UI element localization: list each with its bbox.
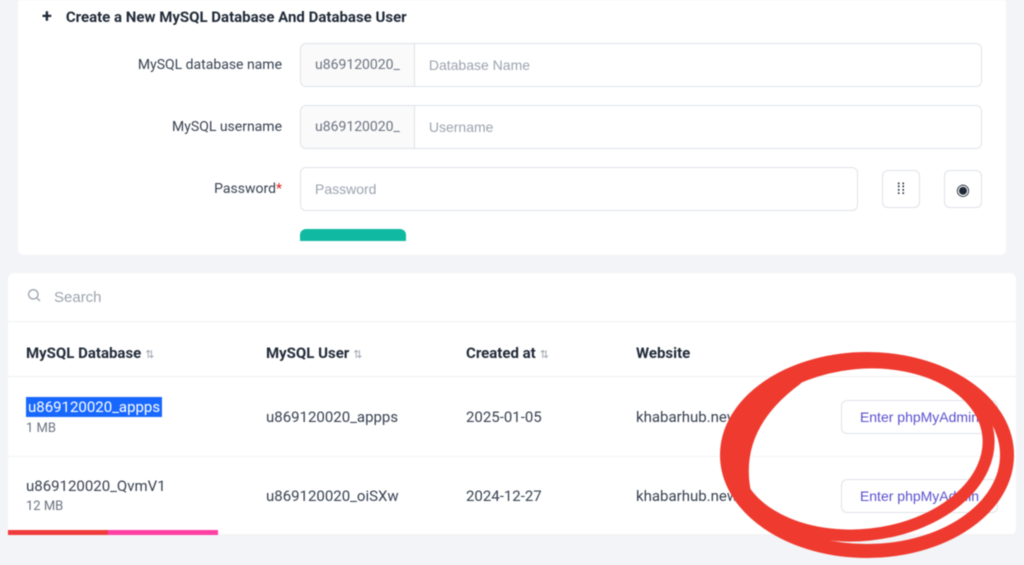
col-header-created[interactable]: Created at⇅: [466, 344, 636, 362]
col-header-site: Website: [636, 344, 806, 362]
label-password: Password*: [42, 181, 282, 197]
generate-password-button[interactable]: ⁞⁞: [882, 170, 920, 208]
label-db-name: MySQL database name: [42, 57, 282, 73]
table-header: MySQL Database⇅ MySQL User⇅ Created at⇅ …: [8, 322, 1016, 377]
input-username[interactable]: [415, 106, 981, 148]
plus-icon: +: [42, 6, 52, 27]
db-created: 2025-01-05: [466, 408, 636, 426]
row-db-name: MySQL database name u869120020_: [42, 43, 982, 87]
row-password: Password* ⁞⁞ ◉: [42, 167, 982, 211]
col-header-user[interactable]: MySQL User⇅: [266, 344, 466, 362]
db-user: u869120020_appps: [266, 408, 466, 426]
create-db-card: + Create a New MySQL Database And Databa…: [18, 0, 1006, 255]
prefix-user: u869120020_: [301, 106, 415, 148]
progress-bar: [8, 530, 1016, 535]
eye-icon: ◉: [956, 180, 970, 199]
label-username: MySQL username: [42, 119, 282, 135]
card-header[interactable]: + Create a New MySQL Database And Databa…: [42, 2, 982, 43]
dots-icon: ⁞⁞: [897, 179, 906, 199]
submit-button[interactable]: [300, 229, 406, 241]
sort-icon: ⇅: [540, 348, 549, 361]
table-row[interactable]: u869120020_appps1 MBu869120020_appps2025…: [8, 377, 1016, 457]
progress-pink: [108, 530, 218, 535]
search-input[interactable]: [54, 289, 998, 306]
col-header-db[interactable]: MySQL Database⇅: [26, 344, 266, 362]
prefix-db: u869120020_: [301, 44, 415, 86]
db-size: 1 MB: [26, 421, 266, 436]
toggle-password-visibility-button[interactable]: ◉: [944, 170, 982, 208]
db-created: 2024-12-27: [466, 487, 636, 505]
card-title: Create a New MySQL Database And Database…: [66, 8, 407, 26]
db-site: khabarhub.news: [636, 408, 806, 426]
sort-icon: ⇅: [353, 348, 362, 361]
input-group-db-name: u869120020_: [300, 43, 982, 87]
search-row: [8, 273, 1016, 322]
input-group-username: u869120020_: [300, 105, 982, 149]
input-db-name[interactable]: [415, 44, 981, 86]
col-header-action: [806, 344, 998, 362]
search-icon: [26, 287, 42, 307]
row-username: MySQL username u869120020_: [42, 105, 982, 149]
sort-icon: ⇅: [145, 348, 154, 361]
input-password[interactable]: [301, 168, 857, 210]
enter-phpmyadmin-button[interactable]: Enter phpMyAdmin: [841, 479, 998, 513]
db-size: 12 MB: [26, 499, 266, 514]
db-site: khabarhub.news: [636, 487, 806, 505]
table-row[interactable]: u869120020_QvmV1 12 MBu869120020_oiSXw202…: [8, 457, 1016, 535]
input-group-password: [300, 167, 858, 211]
progress-red: [8, 530, 108, 535]
db-list-card: MySQL Database⇅ MySQL User⇅ Created at⇅ …: [8, 273, 1016, 535]
db-user: u869120020_oiSXw: [266, 487, 466, 505]
db-name: u869120020_appps: [26, 397, 162, 417]
enter-phpmyadmin-button[interactable]: Enter phpMyAdmin: [841, 400, 998, 434]
db-name: u869120020_QvmV1: [26, 477, 266, 495]
